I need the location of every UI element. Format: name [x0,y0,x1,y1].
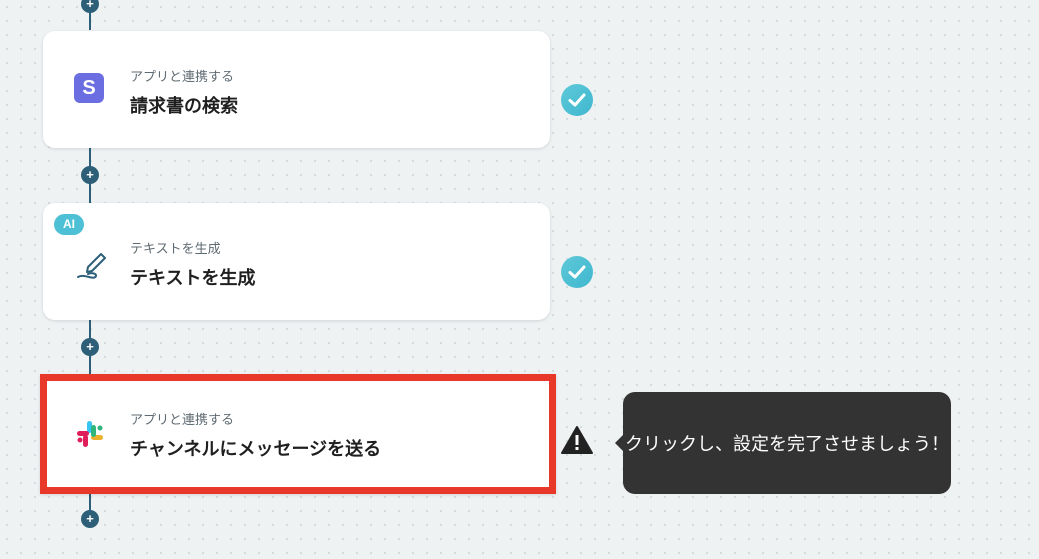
ai-badge: AI [54,214,84,235]
check-icon [561,256,593,288]
step-card-search-invoice[interactable]: S アプリと連携する 請求書の検索 [43,31,550,148]
add-step-button[interactable]: + [81,338,99,356]
add-step-button[interactable]: + [81,510,99,528]
add-step-button[interactable]: + [81,0,99,13]
warning-icon [560,424,594,456]
step-title: チャンネルにメッセージを送る [130,439,382,460]
step-card-generate-text[interactable]: AI テキストを生成 テキストを生成 [43,203,550,320]
check-icon [561,84,593,116]
tooltip-text: クリックし、設定を完了させましょう！ [625,434,949,454]
step-subtitle: テキストを生成 [130,242,221,257]
stripe-icon: S [74,73,106,105]
step-subtitle: アプリと連携する [130,70,235,85]
tooltip: クリックし、設定を完了させましょう！ [615,392,951,494]
step-subtitle: アプリと連携する [130,413,235,428]
step-title: テキストを生成 [130,268,256,289]
step-title: 請求書の検索 [130,96,238,117]
step-card-send-message[interactable]: アプリと連携する チャンネルにメッセージを送る [40,374,556,494]
pen-icon [74,245,106,279]
add-step-button[interactable]: + [81,166,99,184]
slack-icon [74,418,106,450]
